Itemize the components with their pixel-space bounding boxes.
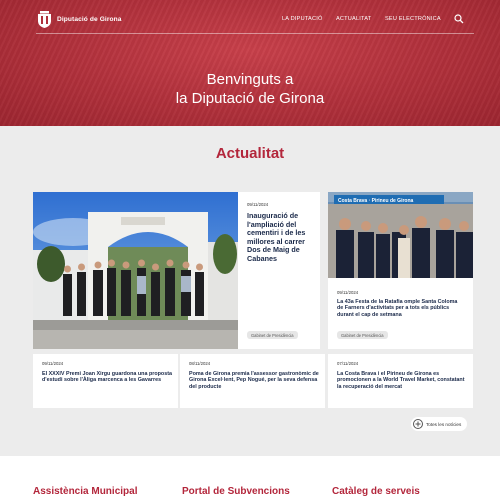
plus-circle-icon — [413, 419, 423, 429]
site-logo[interactable]: Diputació de Girona — [36, 10, 122, 29]
featured-news-date: 09/11/2024 — [247, 202, 269, 207]
featured-news-headline[interactable]: Inauguració de l'ampliació del cementiri… — [247, 211, 315, 264]
featured-news-photo[interactable] — [33, 192, 238, 349]
all-news-button[interactable]: Totes les notícies — [411, 417, 468, 431]
coat-of-arms-icon — [38, 11, 51, 28]
section-cataleg-serveis[interactable]: Catàleg de serveis — [332, 486, 420, 497]
hero-banner: Diputació de Girona LA DIPUTACIÓ ACTUALI… — [0, 0, 500, 126]
nav-seu-electronica[interactable]: SEU ELECTRÒNICA — [385, 16, 441, 22]
news-card-1[interactable]: 09/11/2024 El XXXIV Premi Joan Xirgu gua… — [33, 354, 178, 408]
featured-news-card[interactable]: 09/11/2024 Inauguració de l'ampliació de… — [33, 192, 320, 349]
news-card-2-headline[interactable]: Poma de Girona premia l'assessor gastron… — [189, 371, 319, 390]
news-card-1-date: 09/11/2024 — [42, 361, 64, 366]
side-news-headline[interactable]: La 43a Festa de la Ratafia omple Santa C… — [337, 299, 465, 318]
hero-title-line-1: Benvinguts a — [206, 71, 294, 88]
logo-text: Diputació de Girona — [57, 16, 122, 23]
side-news-card[interactable]: Costa Brava · Pirineu de Girona 09/11/20… — [328, 192, 473, 349]
news-card-1-headline[interactable]: El XXXIV Premi Joan Xirgu guardona una p… — [42, 371, 172, 384]
featured-news-tag[interactable]: Gabinet de Presidència — [247, 331, 298, 339]
nav-actualitat[interactable]: ACTUALITAT — [336, 16, 371, 22]
side-photo-sign: Costa Brava · Pirineu de Girona — [338, 198, 414, 204]
search-icon[interactable] — [454, 14, 464, 24]
news-card-3-date: 07/11/2024 — [337, 361, 359, 366]
news-card-3[interactable]: 07/11/2024 La Costa Brava i el Pirineu d… — [328, 354, 473, 408]
side-news-date: 09/11/2024 — [337, 290, 359, 295]
news-card-3-headline[interactable]: La Costa Brava i el Pirineu de Girona es… — [337, 371, 467, 390]
section-portal-subvencions[interactable]: Portal de Subvencions — [182, 486, 290, 497]
nav-la-diputacio[interactable]: LA DIPUTACIÓ — [282, 16, 323, 22]
section-title-actualitat: Actualitat — [215, 145, 285, 162]
section-assistencia-municipal[interactable]: Assistència Municipal — [33, 486, 137, 497]
hero-title: Benvinguts a la Diputació de Girona — [0, 70, 500, 108]
news-card-2[interactable]: 08/11/2024 Poma de Girona premia l'asses… — [180, 354, 325, 408]
hero-title-line-2: la Diputació de Girona — [175, 90, 325, 107]
header-divider — [36, 33, 474, 34]
side-news-photo[interactable]: Costa Brava · Pirineu de Girona — [328, 192, 473, 278]
side-news-tag[interactable]: Gabinet de Presidència — [337, 331, 388, 339]
all-news-label: Totes les notícies — [426, 421, 462, 427]
news-card-2-date: 08/11/2024 — [189, 361, 211, 366]
